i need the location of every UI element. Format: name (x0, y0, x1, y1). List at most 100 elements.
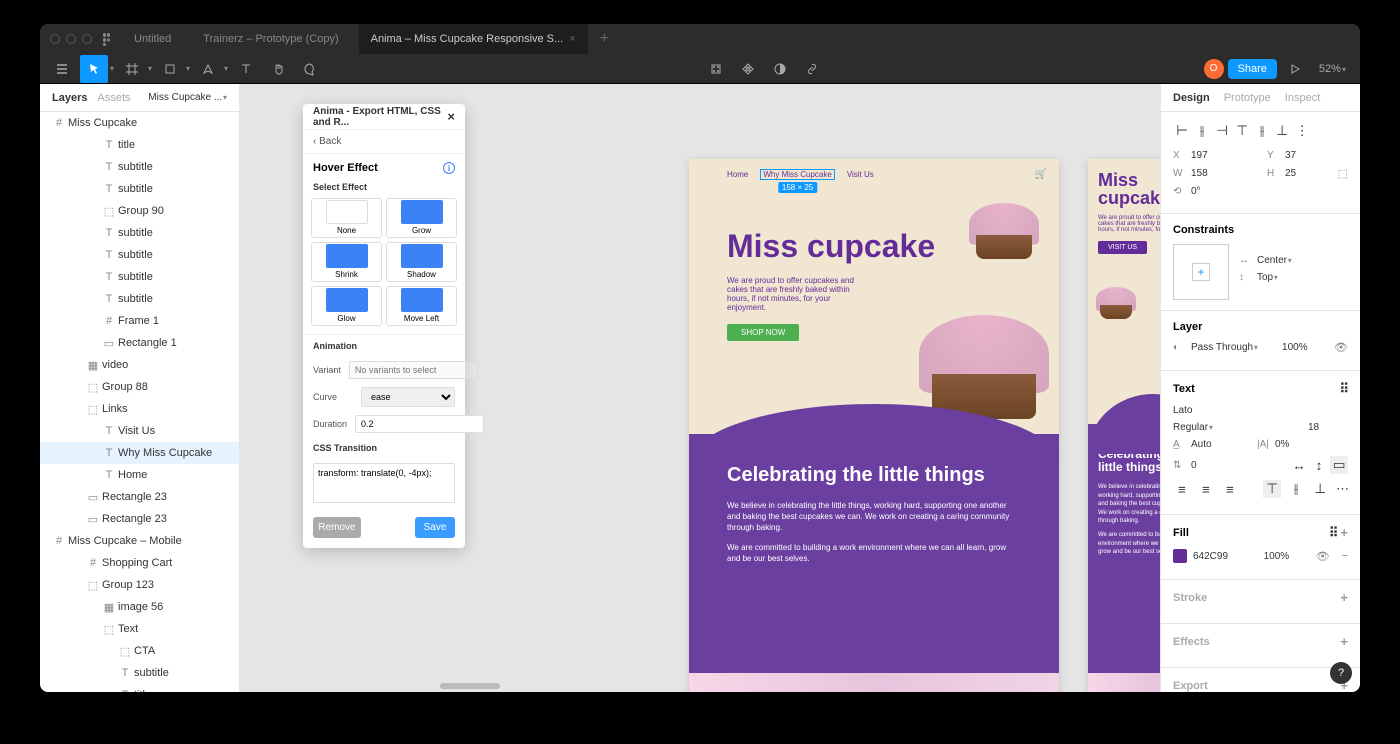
effect-option[interactable]: Shadow (386, 242, 457, 282)
layer-row[interactable]: ⬚Links (40, 398, 239, 420)
layer-row[interactable]: Tsubtitle (40, 244, 239, 266)
align-right-icon[interactable]: ⊣ (1213, 122, 1231, 140)
nav-home[interactable]: Home (727, 170, 748, 179)
font-size[interactable]: 18 (1308, 422, 1348, 433)
text-align-top-icon[interactable]: ⊤ (1263, 480, 1281, 498)
chevron-down-icon[interactable]: ▾ (224, 64, 228, 73)
constraint-h[interactable]: Center ▾ (1257, 255, 1297, 266)
back-button[interactable]: ‹ Back (303, 130, 465, 154)
layer-row[interactable]: Tsubtitle (40, 266, 239, 288)
effect-option[interactable]: Glow (311, 286, 382, 326)
close-icon[interactable]: × (447, 109, 455, 124)
layer-row[interactable]: ▭Rectangle 23 (40, 486, 239, 508)
add-effect-icon[interactable]: + (1340, 634, 1348, 649)
layer-row[interactable]: ⬚Text (40, 618, 239, 640)
layer-row[interactable]: ⬚Group 123 (40, 574, 239, 596)
layers-tab[interactable]: Layers (52, 92, 87, 104)
info-icon[interactable]: i (443, 162, 455, 174)
layer-row[interactable]: ⬚CTA (40, 640, 239, 662)
tab-anima[interactable]: Anima – Miss Cupcake Responsive S...× (359, 24, 588, 54)
fill-style-icon[interactable]: ⠿ (1329, 525, 1338, 540)
shape-tool-icon[interactable] (156, 55, 184, 83)
fill-opacity[interactable]: 100% (1264, 551, 1304, 562)
nav-visit[interactable]: Visit Us (847, 170, 874, 179)
move-tool-icon[interactable] (80, 55, 108, 83)
css-transition-input[interactable]: transform: translate(0, -4px); (313, 463, 455, 503)
align-bottom-icon[interactable]: ⊥ (1273, 122, 1291, 140)
fill-swatch[interactable] (1173, 549, 1187, 563)
figma-menu-icon[interactable] (100, 32, 114, 46)
layer-row[interactable]: Tsubtitle (40, 156, 239, 178)
line-height[interactable]: Auto (1191, 439, 1231, 450)
font-family[interactable]: Lato (1173, 405, 1213, 416)
frame-mobile[interactable]: Miss Cupcake – Mobile 🛒 Miss cupcake We … (1088, 159, 1160, 692)
variant-input[interactable] (349, 361, 478, 379)
auto-height-icon[interactable]: ↕ (1310, 456, 1328, 474)
y-input[interactable]: 37 (1285, 150, 1325, 161)
effect-option[interactable]: Shrink (311, 242, 382, 282)
effect-option[interactable]: Move Left (386, 286, 457, 326)
layer-row[interactable]: #Frame 1 (40, 310, 239, 332)
remove-fill-icon[interactable]: − (1342, 550, 1348, 562)
save-button[interactable]: Save (415, 517, 455, 538)
avatar[interactable]: O (1204, 59, 1224, 79)
inspect-tab[interactable]: Inspect (1285, 92, 1320, 104)
effect-option[interactable]: None (311, 198, 382, 238)
mask-icon[interactable] (734, 55, 762, 83)
layer-row[interactable]: Ttitle (40, 684, 239, 692)
visibility-icon[interactable]: 👁 (1316, 550, 1330, 563)
chevron-down-icon[interactable]: ▾ (148, 64, 152, 73)
share-button[interactable]: Share (1228, 59, 1277, 79)
layer-row[interactable]: Tsubtitle (40, 222, 239, 244)
align-left-icon[interactable]: ⊢ (1173, 122, 1191, 140)
distribute-icon[interactable]: ⋮ (1293, 122, 1311, 140)
constraint-v[interactable]: Top ▾ (1257, 272, 1297, 283)
text-align-left-icon[interactable]: ≡ (1173, 480, 1191, 498)
close-icon[interactable]: × (569, 33, 575, 45)
text-align-bottom-icon[interactable]: ⊥ (1311, 480, 1329, 498)
text-align-center-icon[interactable]: ≡ (1197, 480, 1215, 498)
layer-row[interactable]: TVisit Us (40, 420, 239, 442)
comment-tool-icon[interactable] (296, 55, 324, 83)
layer-row[interactable]: THome (40, 464, 239, 486)
letter-spacing[interactable]: 0% (1275, 439, 1315, 450)
frame-desktop[interactable]: Miss Cupcake Home Why Miss Cupcake 158 ×… (689, 159, 1059, 692)
chevron-down-icon[interactable]: ▾ (110, 64, 114, 73)
design-tab[interactable]: Design (1173, 92, 1210, 104)
page-selector[interactable]: Miss Cupcake ... ▾ (148, 92, 227, 103)
layer-row[interactable]: Tsubtitle (40, 288, 239, 310)
blend-mode[interactable]: Pass Through ▾ (1191, 342, 1258, 353)
horizontal-scrollbar[interactable] (440, 683, 960, 689)
font-weight[interactable]: Regular ▾ (1173, 422, 1213, 433)
auto-width-icon[interactable]: ↔ (1290, 456, 1308, 474)
add-tab-button[interactable]: + (600, 30, 609, 48)
text-align-middle-icon[interactable]: ⫲ (1287, 480, 1305, 498)
hand-tool-icon[interactable] (264, 55, 292, 83)
frame-tool-icon[interactable] (118, 55, 146, 83)
boolean-icon[interactable] (766, 55, 794, 83)
add-stroke-icon[interactable]: + (1340, 590, 1348, 605)
traffic-lights[interactable] (50, 34, 92, 44)
layer-row[interactable]: ⬚Group 88 (40, 376, 239, 398)
fixed-size-icon[interactable]: ▭ (1330, 456, 1348, 474)
present-icon[interactable] (1281, 55, 1309, 83)
help-button[interactable]: ? (1330, 662, 1352, 684)
more-icon[interactable]: ⋯ (1336, 481, 1348, 497)
hamburger-menu-icon[interactable] (48, 55, 76, 83)
layer-row[interactable]: ▦image 56 (40, 596, 239, 618)
nav-why-selected[interactable]: Why Miss Cupcake 158 × 25 (760, 169, 834, 180)
add-fill-icon[interactable]: + (1340, 525, 1348, 540)
layer-row[interactable]: ▦video (40, 354, 239, 376)
duration-input[interactable] (355, 415, 484, 433)
fill-hex[interactable]: 642C99 (1193, 551, 1233, 562)
pen-tool-icon[interactable] (194, 55, 222, 83)
text-align-right-icon[interactable]: ≡ (1221, 480, 1239, 498)
opacity-input[interactable]: 100% (1282, 342, 1322, 353)
h-input[interactable]: 25 (1285, 168, 1325, 179)
text-tool-icon[interactable] (232, 55, 260, 83)
layer-row[interactable]: #Miss Cupcake – Mobile (40, 530, 239, 552)
text-settings-icon[interactable]: ⠿ (1339, 381, 1348, 397)
layer-row[interactable]: ▭Rectangle 23 (40, 508, 239, 530)
assets-tab[interactable]: Assets (97, 92, 130, 104)
w-input[interactable]: 158 (1191, 168, 1231, 179)
